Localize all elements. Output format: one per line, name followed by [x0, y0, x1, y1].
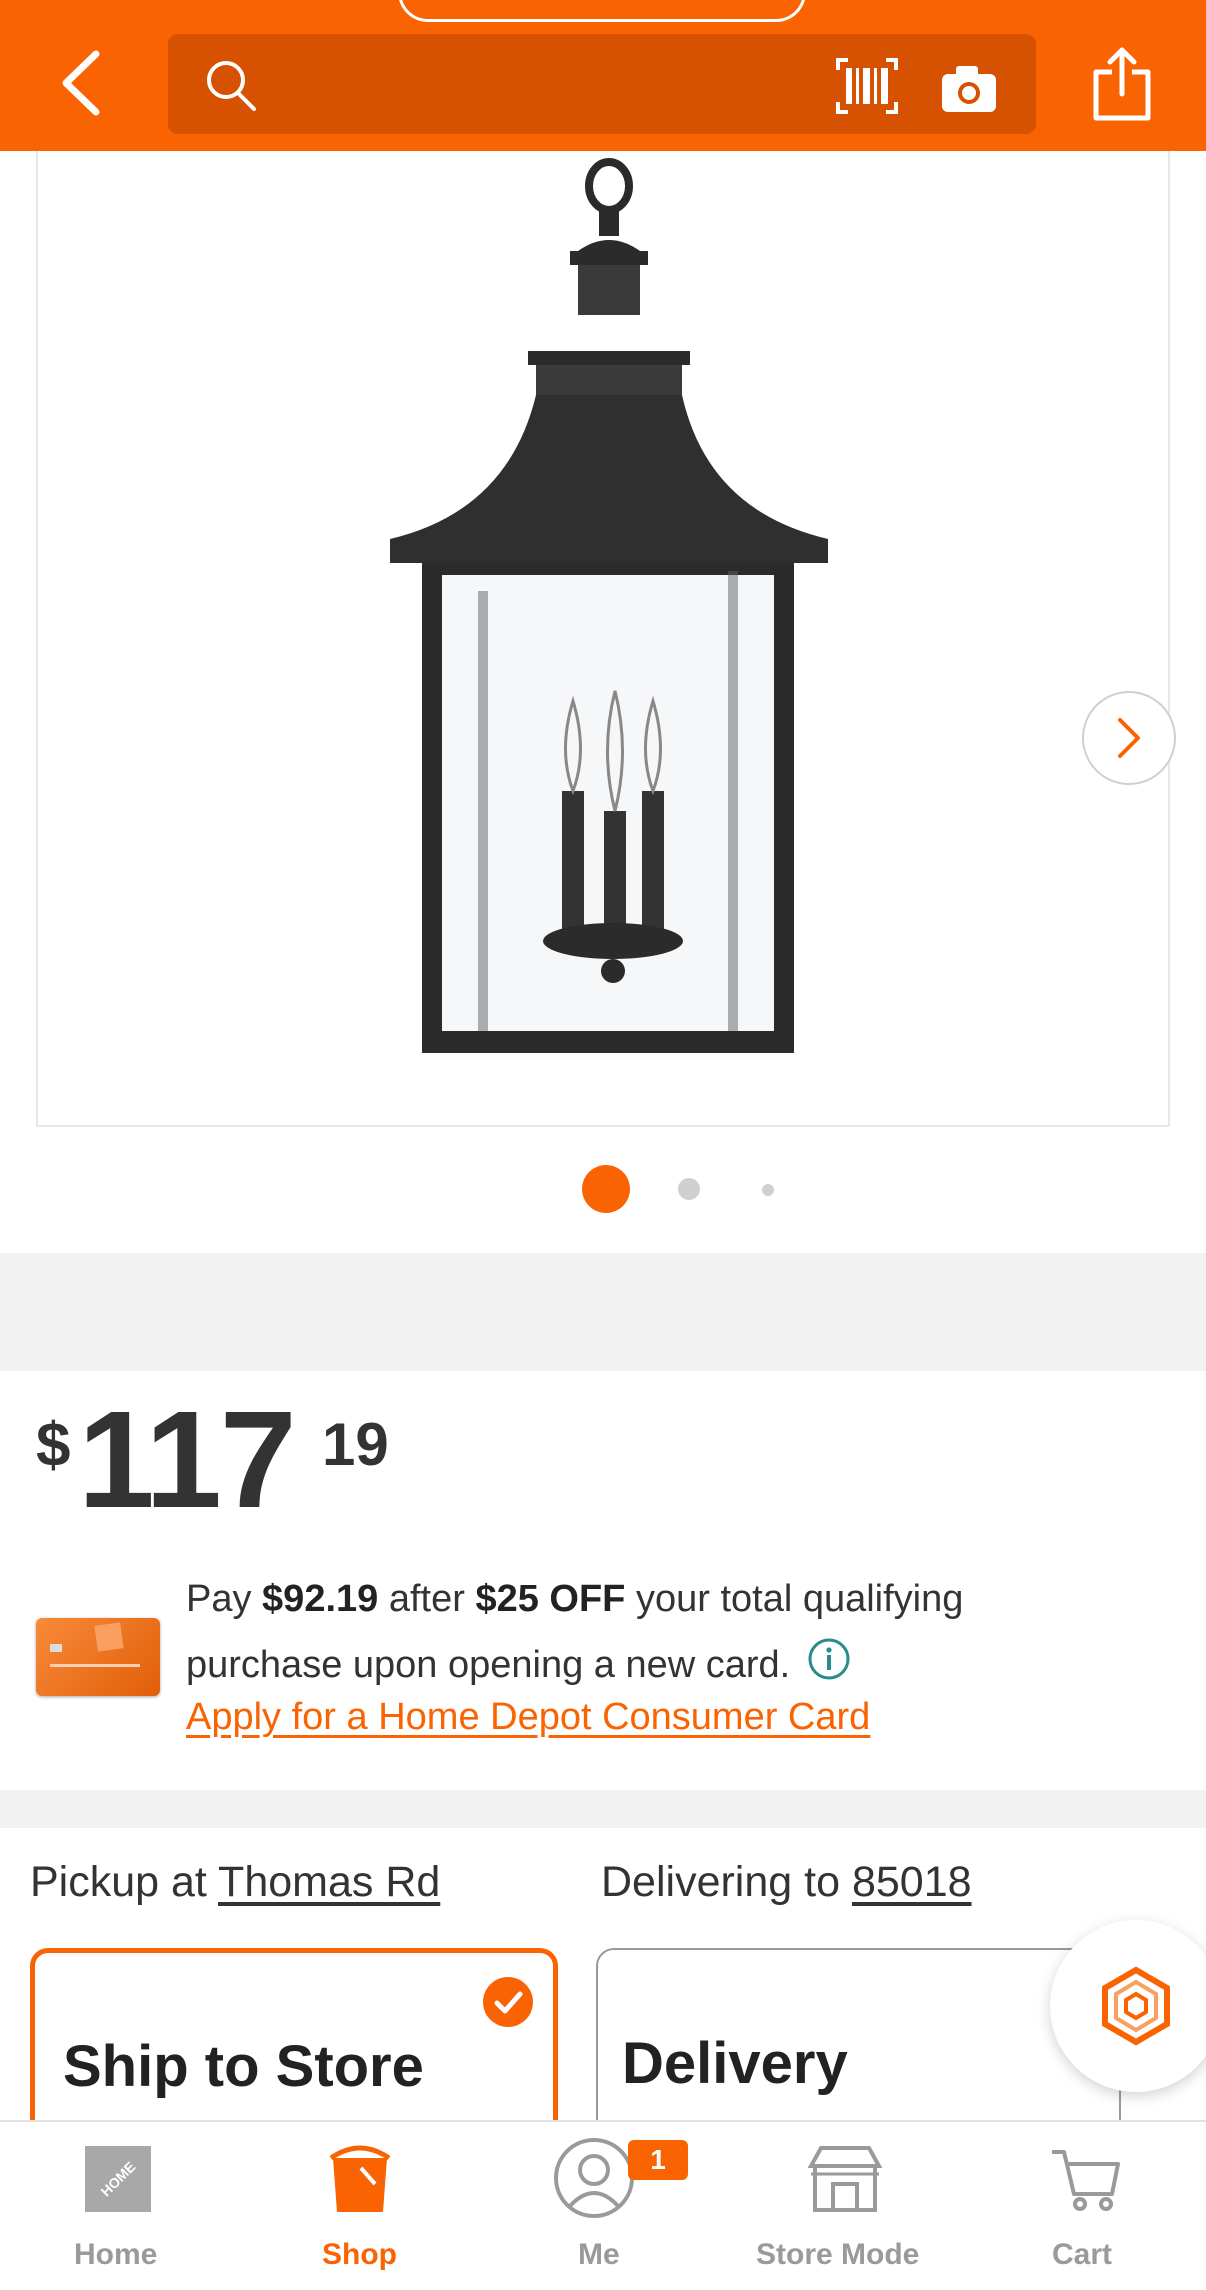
- store-icon: [807, 2146, 883, 2212]
- barcode-icon[interactable]: [836, 58, 898, 114]
- product-image[interactable]: [308, 151, 908, 1111]
- cart-icon: [1052, 2150, 1120, 2211]
- chat-assistant-button[interactable]: [1050, 1920, 1206, 2092]
- nav-cart-label: Cart: [1052, 2238, 1113, 2271]
- promo-text: Pay $92.19 after $25 OFF your total qual…: [186, 1566, 1086, 1698]
- promo-after-word: after: [388, 1578, 465, 1620]
- nav-cart[interactable]: Cart: [1036, 2122, 1136, 2290]
- share-icon[interactable]: [1090, 44, 1154, 122]
- credit-card-image: [36, 1618, 160, 1696]
- bottom-navigation: HOME Home Shop Me Store Mode Cart: [0, 2120, 1206, 2290]
- home-depot-card-icon: [50, 1622, 140, 1667]
- nav-shop[interactable]: Shop: [300, 2122, 420, 2290]
- delivery-option[interactable]: Delivery: [596, 1948, 1121, 2148]
- next-image-button[interactable]: [1082, 691, 1176, 785]
- chevron-right-icon: [1118, 718, 1140, 758]
- section-divider: [0, 1253, 1206, 1371]
- nav-shop-label: Shop: [322, 2238, 397, 2271]
- back-arrow-icon: [62, 50, 100, 116]
- delivery-location-label: Delivering to 85018: [601, 1858, 972, 1907]
- section-divider: [0, 1790, 1206, 1828]
- home-depot-logo-icon: HOME: [85, 2146, 151, 2212]
- price-cents: 19: [322, 1411, 389, 1478]
- info-icon[interactable]: [807, 1637, 851, 1681]
- hexagon-chat-icon: [1102, 1966, 1170, 2046]
- nav-home-label: Home: [74, 2238, 158, 2271]
- nav-me-label: Me: [578, 2238, 620, 2271]
- nav-store-mode-label: Store Mode: [756, 2238, 920, 2271]
- search-input[interactable]: [168, 34, 1036, 134]
- profile-icon: [554, 2138, 634, 2218]
- promo-discount: $25 OFF: [475, 1578, 626, 1620]
- ship-to-store-option[interactable]: Ship to Store: [30, 1948, 558, 2148]
- price-dollars: 117: [78, 1383, 297, 1537]
- ship-to-store-title: Ship to Store: [63, 2034, 424, 2099]
- delivery-title: Delivery: [622, 2031, 848, 2096]
- nav-home[interactable]: HOME Home: [60, 2122, 176, 2290]
- pagination-dot[interactable]: [678, 1178, 700, 1200]
- top-header: [0, 0, 1206, 151]
- selected-check-icon: [483, 1977, 533, 2027]
- pagination-dot[interactable]: [762, 1184, 774, 1196]
- delivery-prefix: Delivering to: [601, 1858, 840, 1906]
- shop-bucket-icon: [329, 2145, 391, 2212]
- price-currency: $: [36, 1411, 71, 1480]
- me-notification-badge: 1: [628, 2140, 688, 2180]
- back-button[interactable]: [50, 50, 110, 116]
- image-pagination: [0, 1165, 1206, 1215]
- pagination-dot-active[interactable]: [582, 1165, 630, 1213]
- notch-pill: [398, 0, 806, 22]
- product-image-card[interactable]: [36, 151, 1176, 1127]
- nav-store-mode[interactable]: Store Mode: [750, 2122, 940, 2290]
- pickup-store-link[interactable]: Thomas Rd: [218, 1858, 440, 1906]
- promo-pay-amount: $92.19: [262, 1578, 379, 1620]
- search-icon: [207, 61, 256, 111]
- apply-card-link[interactable]: Apply for a Home Depot Consumer Card: [186, 1696, 870, 1739]
- promo-pay-prefix: Pay: [186, 1578, 252, 1620]
- delivery-zip-link[interactable]: 85018: [852, 1858, 972, 1906]
- gallery-card-bottom: [0, 1240, 1206, 1254]
- camera-icon[interactable]: [940, 64, 998, 114]
- pickup-location-label: Pickup at Thomas Rd: [30, 1858, 440, 1907]
- pickup-prefix: Pickup at: [30, 1858, 207, 1906]
